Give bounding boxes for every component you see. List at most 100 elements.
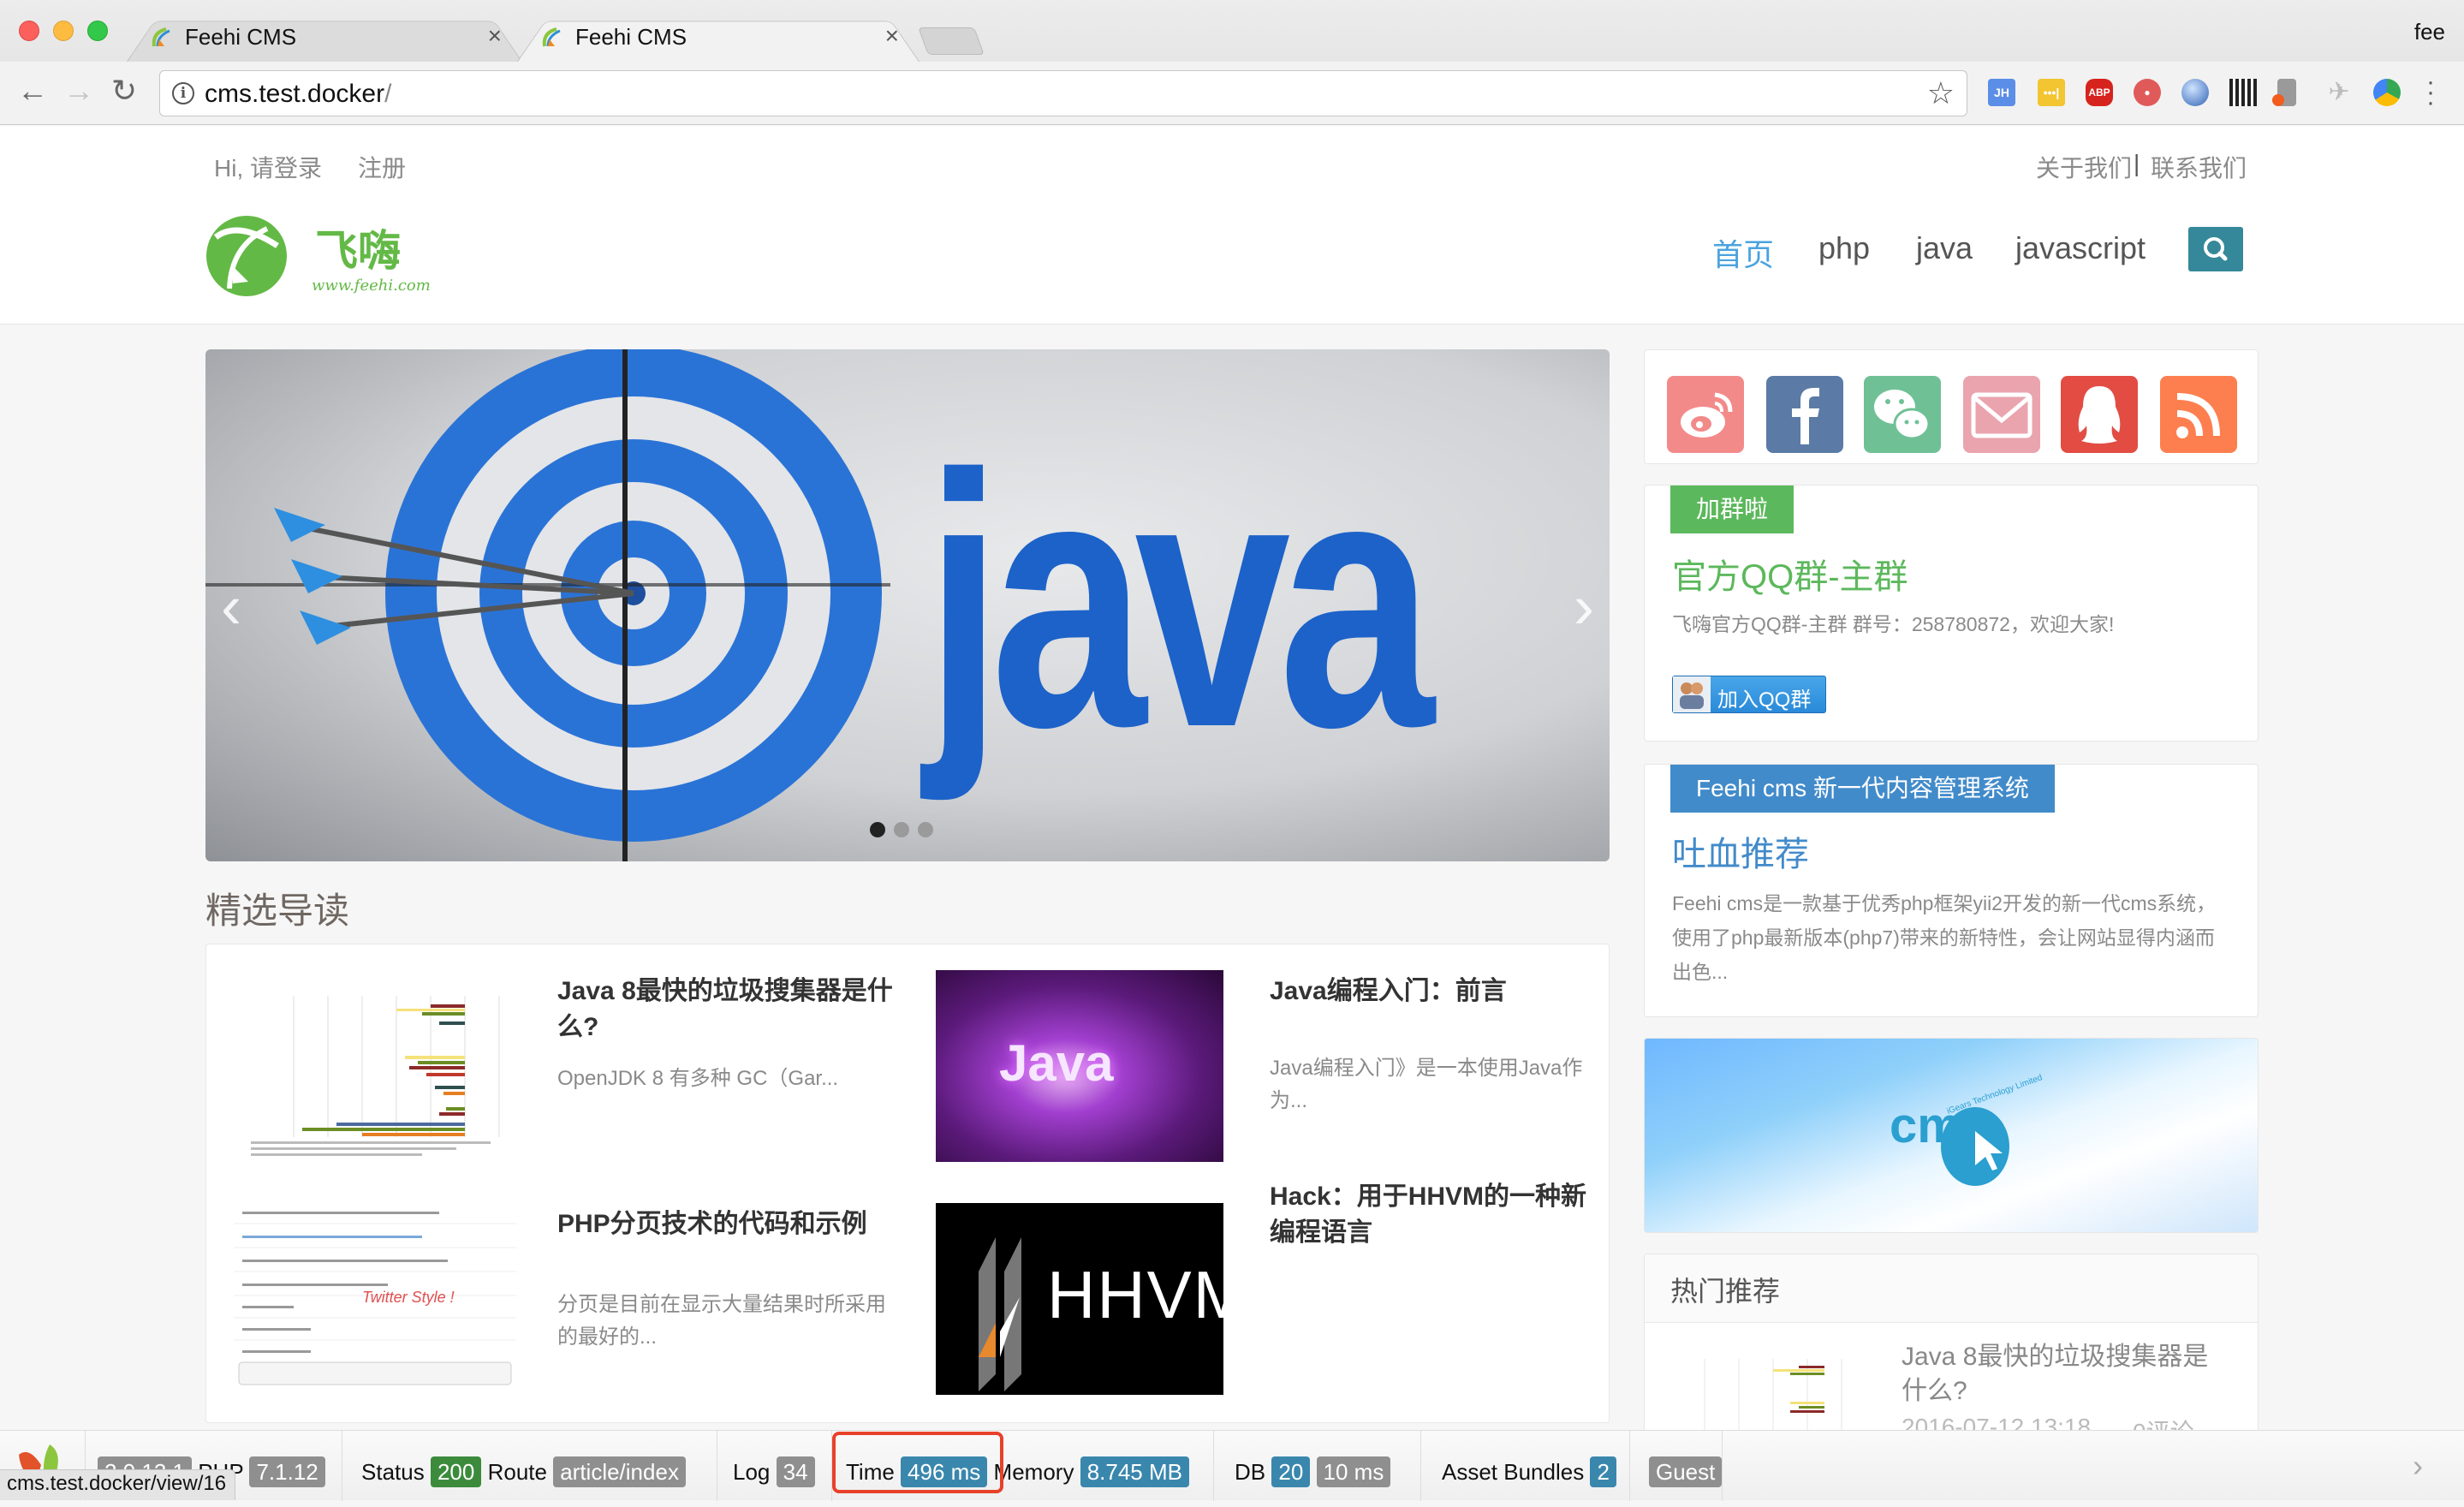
wechat-icon	[1874, 390, 1931, 440]
lastpass-extension-icon[interactable]: •••|	[2038, 79, 2065, 106]
carousel-prev-arrow[interactable]: ‹	[221, 572, 241, 642]
facebook-icon	[1792, 388, 1819, 444]
carousel-indicator-1[interactable]	[870, 822, 885, 837]
qq-group-avatar-icon	[1673, 676, 1711, 712]
record-extension-icon[interactable]: ●	[2134, 79, 2161, 106]
forward-arrow-icon[interactable]: →	[63, 74, 94, 108]
about-us-link[interactable]: 关于我们	[2036, 150, 2132, 184]
nav-home[interactable]: 首页	[1712, 230, 1774, 275]
tab-title: Feehi CMS	[185, 24, 297, 50]
hot-item-title[interactable]: Java 8最快的垃圾搜集器是什么?	[1902, 1340, 2227, 1409]
status-code-badge: 200	[430, 1456, 482, 1487]
qq-group-heading[interactable]: 官方QQ群-主群	[1672, 549, 1908, 599]
jsonhandle-extension-icon[interactable]: JH	[1988, 79, 2015, 106]
tab-close-icon[interactable]: ×	[885, 22, 899, 50]
email-link[interactable]	[1963, 376, 2040, 453]
featured-item-title[interactable]: Hack：用于HHVM的一种新编程语言	[1270, 1179, 1612, 1251]
login-link[interactable]: Hi, 请登录	[214, 150, 322, 184]
globe-extension-icon[interactable]	[2181, 79, 2209, 106]
rss-link[interactable]	[2160, 376, 2237, 453]
profile-name[interactable]: fee	[2414, 19, 2445, 45]
featured-item[interactable]: Java Java编程入门：前言 Java编程入门》是一本使用Java作为...	[905, 944, 1607, 1176]
reload-icon[interactable]: ↻	[111, 74, 137, 108]
nav-java[interactable]: java	[1916, 230, 1973, 266]
featured-item-desc: Java编程入门》是一本使用Java作为...	[1270, 1057, 1583, 1112]
weibo-link[interactable]	[1667, 376, 1744, 453]
bird-extension-icon[interactable]: ✈	[2325, 79, 2353, 106]
logo-name: 飞嗨	[315, 225, 401, 276]
new-tab-button[interactable]	[918, 27, 985, 55]
browser-menu-icon[interactable]: · · ·	[2426, 69, 2435, 116]
php-version-badge: 7.1.12	[249, 1456, 325, 1487]
qr-code-extension-icon[interactable]	[2229, 79, 2257, 106]
search-button[interactable]	[2188, 227, 2243, 271]
featured-item[interactable]: Java 8最快的垃圾搜集器是什么? OpenJDK 8 有多种 GC（Gar.…	[206, 944, 908, 1176]
cursor-arrow-icon	[1975, 1131, 2003, 1170]
cms-banner-subtitle: iGears Technology Limited	[1945, 1073, 2044, 1117]
register-link[interactable]: 注册	[358, 150, 406, 184]
feehi-logo-icon	[206, 216, 287, 296]
qq-link[interactable]	[2061, 376, 2138, 453]
hero-carousel[interactable]: java ‹ ›	[205, 349, 1610, 861]
db-queries-badge: 20	[1271, 1456, 1311, 1487]
browser-tab-active[interactable]: Feehi CMS ×	[517, 14, 920, 62]
assets-block[interactable]: Asset Bundles 2	[1421, 1431, 1630, 1501]
join-qq-group-label: 加入QQ群	[1717, 688, 1812, 712]
featured-item[interactable]: Twitter Style ! PHP分页技术的代码和示例 分页是目前在显示大量…	[206, 1177, 908, 1409]
route-badge: article/index	[553, 1456, 686, 1487]
info-icon[interactable]: i	[172, 82, 194, 104]
search-icon	[2204, 237, 2228, 261]
featured-item-title[interactable]: Java 8最快的垃圾搜集器是什么?	[557, 974, 900, 1045]
office-extension-icon[interactable]	[2272, 79, 2296, 106]
carousel-indicator-3[interactable]	[918, 822, 933, 837]
toolbar-collapse-icon[interactable]: ›	[2413, 1448, 2423, 1484]
promo-heading[interactable]: 吐血推荐	[1672, 826, 1809, 876]
logo-url-text: www.feehi.com	[312, 277, 431, 295]
user-block[interactable]: Guest	[1630, 1431, 1723, 1501]
carousel-next-arrow[interactable]: ›	[1574, 572, 1594, 642]
minimize-window-button[interactable]	[53, 21, 74, 41]
request-block[interactable]: Status 200 Route article/index	[342, 1431, 717, 1501]
qq-penguin-icon	[2078, 386, 2121, 444]
site-header: Hi, 请登录 注册 关于我们 | 联系我们 飞嗨 www.feehi.com …	[0, 126, 2464, 325]
browser-tab-bar: Feehi CMS × Feehi CMS × fee	[0, 0, 2464, 62]
weibo-icon	[1681, 392, 1733, 438]
featured-item-title[interactable]: PHP分页技术的代码和示例	[557, 1206, 900, 1242]
adblock-plus-extension-icon[interactable]: ABP	[2086, 79, 2113, 106]
java-thumbnail: Java	[936, 970, 1223, 1162]
db-block[interactable]: DB 20 10 ms	[1214, 1431, 1421, 1501]
featured-item[interactable]: HHVM Hack：用于HHVM的一种新编程语言	[905, 1177, 1607, 1409]
maximize-window-button[interactable]	[87, 21, 108, 41]
site-logo[interactable]: 飞嗨 www.feehi.com	[204, 211, 435, 297]
edit-extension-icon[interactable]	[2373, 79, 2401, 106]
nav-php[interactable]: php	[1818, 230, 1870, 266]
qq-group-text: 飞嗨官方QQ群-主群 群号：258780872，欢迎大家!	[1672, 613, 2115, 635]
bookmark-star-icon[interactable]: ☆	[1927, 75, 1955, 111]
nav-javascript[interactable]: javascript	[2015, 230, 2146, 266]
featured-item-desc: OpenJDK 8 有多种 GC（Gar...	[557, 1067, 839, 1090]
carousel-slide-text: java	[925, 401, 1435, 802]
browser-toolbar: ← → ↻ i cms.test.docker/ ☆ JH •••| ABP ●…	[0, 62, 2464, 125]
status-label: Status	[361, 1459, 425, 1485]
promo-text: Feehi cms是一款基于优秀php框架yii2开发的新一代cms系统，使用了…	[1672, 892, 2217, 983]
join-qq-group-button[interactable]: 加入QQ群	[1672, 676, 1826, 713]
topbar-separator: |	[2134, 150, 2140, 176]
back-arrow-icon[interactable]: ←	[17, 74, 48, 108]
wechat-link[interactable]	[1864, 376, 1941, 453]
browser-tab[interactable]: Feehi CMS ×	[127, 14, 522, 62]
contact-us-link[interactable]: 联系我们	[2151, 150, 2247, 184]
hot-recommend-title: 热门推荐	[1670, 1276, 1781, 1307]
address-bar[interactable]: i cms.test.docker/ ☆	[159, 70, 1967, 116]
email-icon	[1971, 392, 2033, 438]
featured-item-title[interactable]: Java编程入门：前言	[1270, 974, 1612, 1010]
qq-group-tag: 加群啦	[1670, 485, 1794, 533]
cms-banner[interactable]: cms iGears Technology Limited	[1644, 1038, 2259, 1233]
close-window-button[interactable]	[19, 21, 39, 41]
tab-close-icon[interactable]: ×	[488, 22, 502, 50]
feehi-favicon-icon	[152, 27, 170, 47]
log-block[interactable]: Log 34	[717, 1431, 832, 1501]
feehi-favicon-icon	[542, 27, 561, 47]
carousel-indicator-2[interactable]	[894, 822, 909, 837]
route-label: Route	[487, 1459, 547, 1485]
facebook-link[interactable]	[1766, 376, 1843, 453]
